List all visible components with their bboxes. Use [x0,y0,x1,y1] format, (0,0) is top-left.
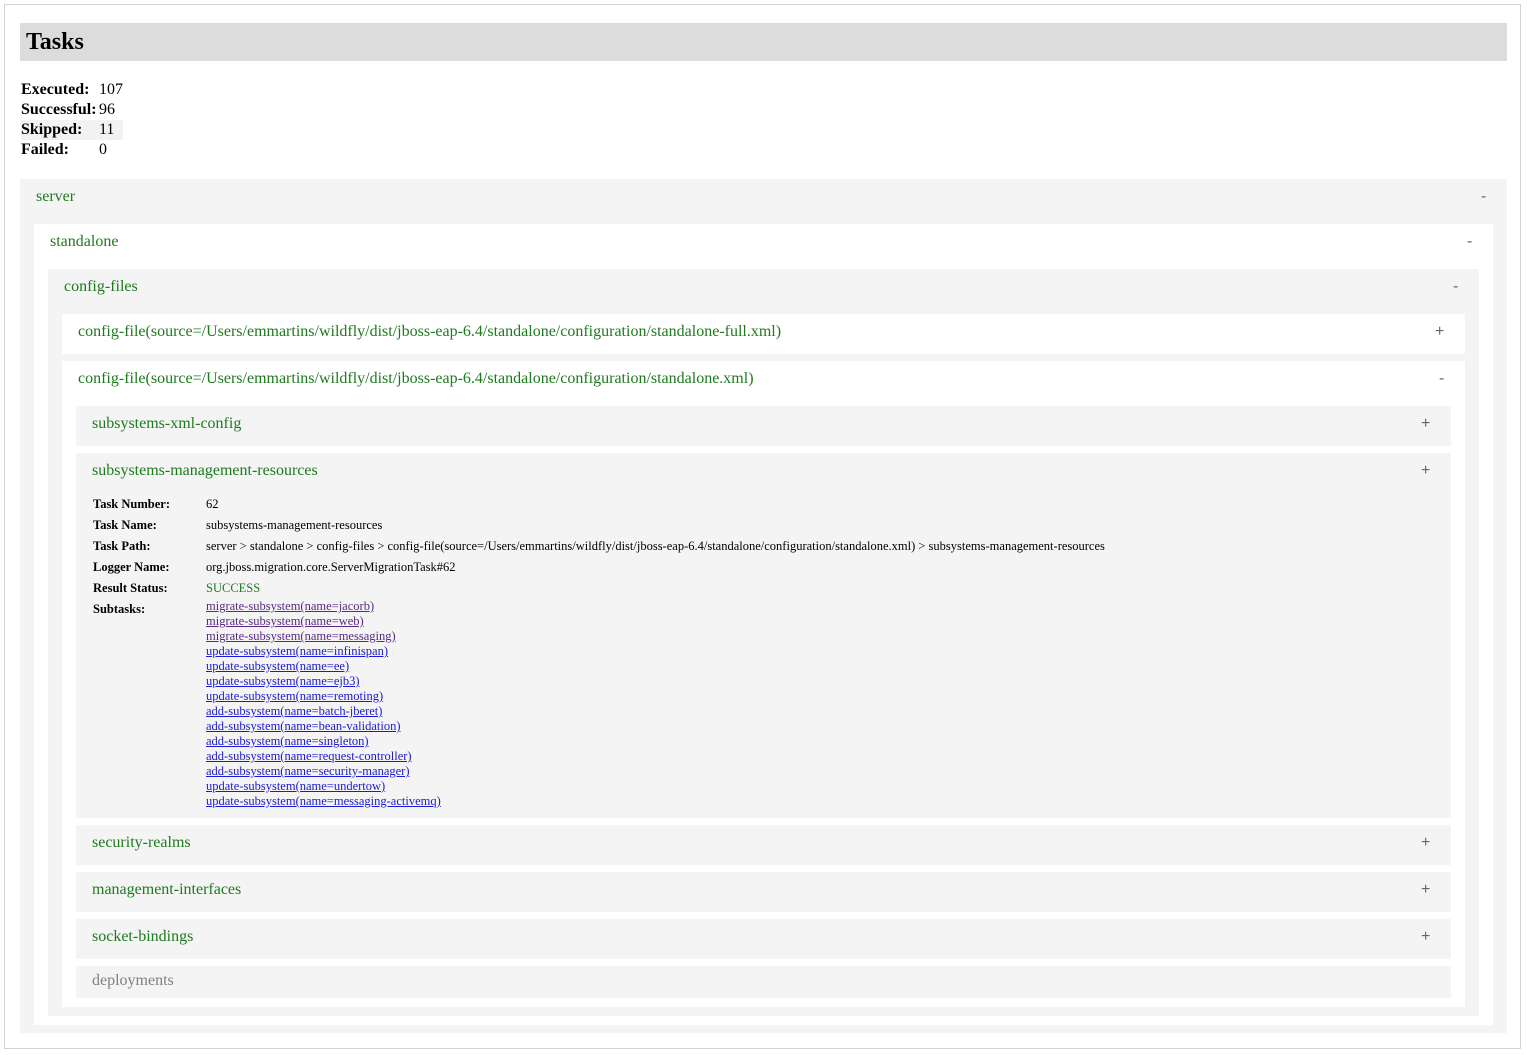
collapse-toggle-config-files[interactable]: - [1453,277,1458,297]
detail-value: subsystems-management-resources [206,518,383,532]
summary-skipped: Skipped: 11 [21,120,123,140]
summary-label: Failed: [21,141,69,158]
summary-value: 96 [99,101,115,118]
summary-value: 0 [99,141,107,158]
subtask-link[interactable]: update-subsystem(name=ejb3) [206,674,441,689]
subtask-link[interactable]: update-subsystem(name=remoting) [206,689,441,704]
detail-value: org.jboss.migration.core.ServerMigration… [206,560,456,574]
detail-key: Task Path: [93,539,151,553]
summary-label: Skipped: [21,121,83,138]
page-title: Tasks [26,29,84,55]
expand-toggle-management-interfaces[interactable]: + [1421,880,1430,900]
task-title-config-file-standalone[interactable]: config-file(source=/Users/emmartins/wild… [78,369,754,389]
subtask-link[interactable]: update-subsystem(name=undertow) [206,779,441,794]
detail-value: server > standalone > config-files > con… [206,539,1105,553]
detail-value: 62 [206,497,219,511]
subtask-link[interactable]: migrate-subsystem(name=messaging) [206,629,441,644]
subtask-link[interactable]: add-subsystem(name=request-controller) [206,749,441,764]
task-title-server[interactable]: server [36,187,75,207]
task-title-security-realms[interactable]: security-realms [92,833,191,853]
collapse-toggle-config-file-standalone[interactable]: - [1439,369,1444,389]
result-status-value: SUCCESS [206,581,261,595]
task-title-subsystems-management-resources[interactable]: subsystems-management-resources [92,461,318,481]
summary-failed: Failed: 0 [21,140,123,160]
summary-successful: Successful: 96 [21,100,123,120]
page-header: Tasks [20,23,1507,61]
expand-toggle-socket-bindings[interactable]: + [1421,927,1430,947]
task-title-config-files[interactable]: config-files [64,277,138,297]
task-panel-management-interfaces [76,872,1451,912]
summary-table: Executed: 107 Successful: 96 Skipped: 11… [21,80,123,160]
detail-key: Task Number: [93,497,170,511]
summary-label: Executed: [21,81,90,98]
summary-label: Successful: [21,101,97,118]
subtask-link[interactable]: update-subsystem(name=ee) [206,659,441,674]
subtask-link[interactable]: add-subsystem(name=bean-validation) [206,719,441,734]
collapse-toggle-server[interactable]: - [1481,187,1486,207]
summary-executed: Executed: 107 [21,80,123,100]
subtask-link[interactable]: update-subsystem(name=infinispan) [206,644,441,659]
subtask-link[interactable]: add-subsystem(name=security-manager) [206,764,441,779]
task-panel-subsystems-xml-config [76,406,1451,446]
collapse-toggle-standalone[interactable]: - [1467,232,1472,252]
expand-toggle-security-realms[interactable]: + [1421,833,1430,853]
task-panel-deployments [76,966,1451,998]
expand-toggle-subsystems-management-resources[interactable]: + [1421,461,1430,481]
task-title-deployments: deployments [92,972,174,989]
task-title-socket-bindings[interactable]: socket-bindings [92,927,193,947]
summary-value: 11 [99,121,115,138]
detail-key: Subtasks: [93,602,146,616]
detail-key: Result Status: [93,581,168,595]
task-panel-security-realms [76,825,1451,865]
detail-key: Logger Name: [93,560,170,574]
task-panel-socket-bindings [76,919,1451,959]
subtask-link[interactable]: migrate-subsystem(name=web) [206,614,441,629]
task-title-subsystems-xml-config[interactable]: subsystems-xml-config [92,414,241,434]
summary-value: 107 [99,81,123,98]
subtask-list: migrate-subsystem(name=jacorb) migrate-s… [206,599,441,809]
subtask-link[interactable]: add-subsystem(name=batch-jberet) [206,704,441,719]
subtask-link[interactable]: migrate-subsystem(name=jacorb) [206,599,441,614]
expand-toggle-subsystems-xml-config[interactable]: + [1421,414,1430,434]
subtask-link[interactable]: update-subsystem(name=messaging-activemq… [206,794,441,809]
task-title-standalone[interactable]: standalone [50,232,118,252]
task-title-config-file-full[interactable]: config-file(source=/Users/emmartins/wild… [78,322,781,342]
expand-toggle-config-file-full[interactable]: + [1435,322,1444,342]
task-title-management-interfaces[interactable]: management-interfaces [92,880,241,900]
subtask-link[interactable]: add-subsystem(name=singleton) [206,734,441,749]
detail-key: Task Name: [93,518,157,532]
